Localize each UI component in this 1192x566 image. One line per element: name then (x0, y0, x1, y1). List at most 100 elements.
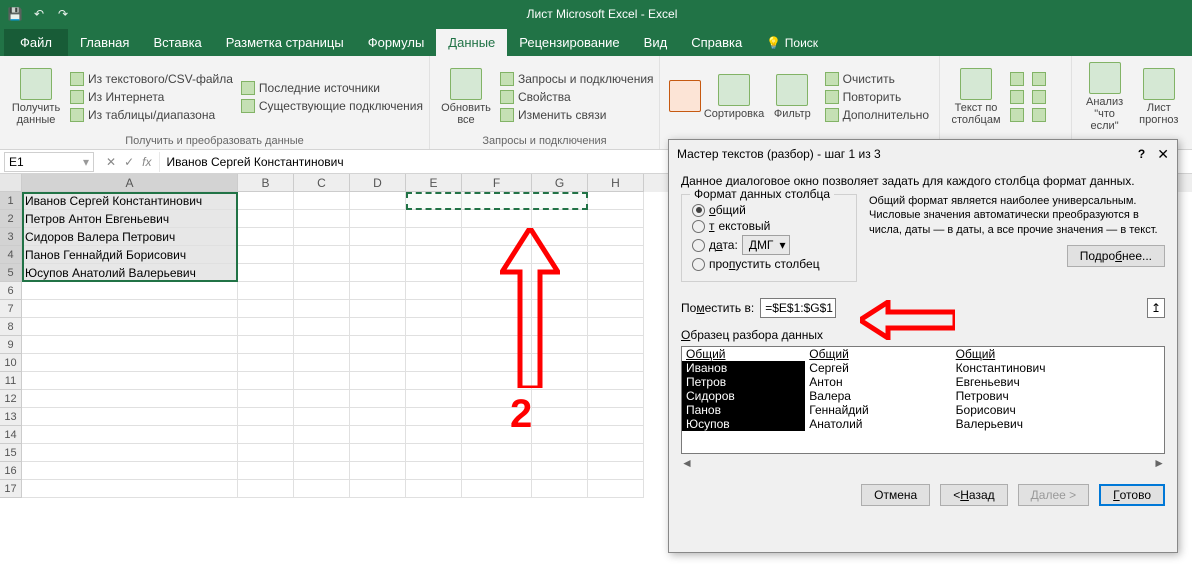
name-box[interactable]: E1▾ (4, 152, 94, 172)
cell[interactable] (238, 300, 294, 318)
cell[interactable] (22, 426, 238, 444)
row-header[interactable]: 7 (0, 300, 22, 318)
cell[interactable] (238, 282, 294, 300)
row-header[interactable]: 3 (0, 228, 22, 246)
cell[interactable] (350, 426, 406, 444)
cell[interactable] (22, 282, 238, 300)
properties-button[interactable]: Свойства (498, 89, 656, 105)
cell[interactable] (22, 318, 238, 336)
cell[interactable]: Сидоров Валера Петрович (22, 228, 238, 246)
cell[interactable] (238, 228, 294, 246)
cell[interactable] (22, 336, 238, 354)
cell[interactable] (588, 336, 644, 354)
cell[interactable] (350, 246, 406, 264)
cell[interactable] (350, 336, 406, 354)
column-header[interactable]: H (588, 174, 644, 192)
row-header[interactable]: 8 (0, 318, 22, 336)
date-format-select[interactable]: ДМГ▾ (742, 235, 791, 255)
cell[interactable] (588, 210, 644, 228)
cell[interactable] (294, 318, 350, 336)
row-header[interactable]: 2 (0, 210, 22, 228)
cell[interactable] (238, 192, 294, 210)
close-icon[interactable]: ✕ (1157, 146, 1169, 163)
cell[interactable] (294, 282, 350, 300)
radio-text[interactable]: текстовый (692, 219, 846, 233)
cell[interactable] (406, 444, 462, 462)
cell[interactable] (22, 462, 238, 480)
cell[interactable]: Иванов Сергей Константинович (22, 192, 238, 210)
tab-view[interactable]: Вид (632, 29, 680, 56)
sort-az-button[interactable] (668, 60, 702, 133)
cell[interactable] (238, 372, 294, 390)
cell[interactable] (294, 462, 350, 480)
cell[interactable] (406, 408, 462, 426)
fx-icon[interactable]: fx (142, 155, 151, 169)
row-header[interactable]: 16 (0, 462, 22, 480)
cell[interactable] (588, 426, 644, 444)
row-header[interactable]: 6 (0, 282, 22, 300)
consolidate-button[interactable] (1030, 71, 1048, 87)
radio-skip[interactable]: пропустить столбец (692, 257, 846, 271)
cell[interactable] (588, 300, 644, 318)
cell[interactable]: Петров Антон Евгеньевич (22, 210, 238, 228)
cell[interactable] (406, 228, 462, 246)
cell[interactable] (350, 444, 406, 462)
cell[interactable] (238, 246, 294, 264)
radio-general[interactable]: ообщийбщий (692, 203, 846, 217)
flash-fill-button[interactable] (1008, 71, 1026, 87)
cell[interactable] (462, 210, 532, 228)
data-validation-button[interactable] (1008, 107, 1026, 123)
cancel-formula-icon[interactable]: ✕ (106, 155, 116, 169)
back-button[interactable]: < Назад (940, 484, 1007, 506)
get-data-button[interactable]: Получить данные (8, 60, 64, 133)
cell[interactable] (532, 426, 588, 444)
recent-sources-button[interactable]: Последние источники (239, 80, 425, 96)
column-header[interactable]: F (462, 174, 532, 192)
cell[interactable] (588, 318, 644, 336)
cell[interactable] (22, 390, 238, 408)
cell[interactable] (294, 354, 350, 372)
cell[interactable] (22, 372, 238, 390)
cell[interactable] (238, 426, 294, 444)
cell[interactable] (532, 480, 588, 498)
cell[interactable] (294, 480, 350, 498)
cell[interactable] (588, 372, 644, 390)
cell[interactable] (406, 372, 462, 390)
row-header[interactable]: 9 (0, 336, 22, 354)
from-csv-button[interactable]: Из текстового/CSV-файла (68, 71, 235, 87)
cell[interactable] (238, 462, 294, 480)
cell[interactable] (350, 300, 406, 318)
row-header[interactable]: 14 (0, 426, 22, 444)
cell[interactable] (294, 300, 350, 318)
cell[interactable] (350, 354, 406, 372)
cell[interactable] (406, 264, 462, 282)
cell[interactable] (350, 462, 406, 480)
tab-home[interactable]: Главная (68, 29, 141, 56)
scroll-left-icon[interactable]: ◄ (681, 456, 693, 470)
cell[interactable] (588, 408, 644, 426)
cell[interactable] (406, 318, 462, 336)
cell[interactable] (294, 390, 350, 408)
cell[interactable] (294, 264, 350, 282)
tab-help[interactable]: Справка (679, 29, 754, 56)
cell[interactable] (406, 426, 462, 444)
tab-review[interactable]: Рецензирование (507, 29, 631, 56)
clear-filter-button[interactable]: Очистить (823, 71, 931, 87)
cell[interactable] (588, 264, 644, 282)
cell[interactable] (238, 480, 294, 498)
cell[interactable] (294, 228, 350, 246)
column-header[interactable]: B (238, 174, 294, 192)
advanced-filter-button[interactable]: Дополнительно (823, 107, 931, 123)
cell[interactable] (238, 444, 294, 462)
cell[interactable] (238, 354, 294, 372)
cell[interactable] (350, 264, 406, 282)
destination-input[interactable]: =$E$1:$G$1 (760, 298, 836, 318)
cell[interactable]: Панов Геннайдий Борисович (22, 246, 238, 264)
cell[interactable] (238, 390, 294, 408)
cell[interactable] (588, 390, 644, 408)
cell[interactable] (350, 408, 406, 426)
row-header[interactable]: 17 (0, 480, 22, 498)
column-header[interactable]: A (22, 174, 238, 192)
cell[interactable] (532, 462, 588, 480)
forecast-sheet-button[interactable]: Лист прогноз (1133, 60, 1184, 134)
